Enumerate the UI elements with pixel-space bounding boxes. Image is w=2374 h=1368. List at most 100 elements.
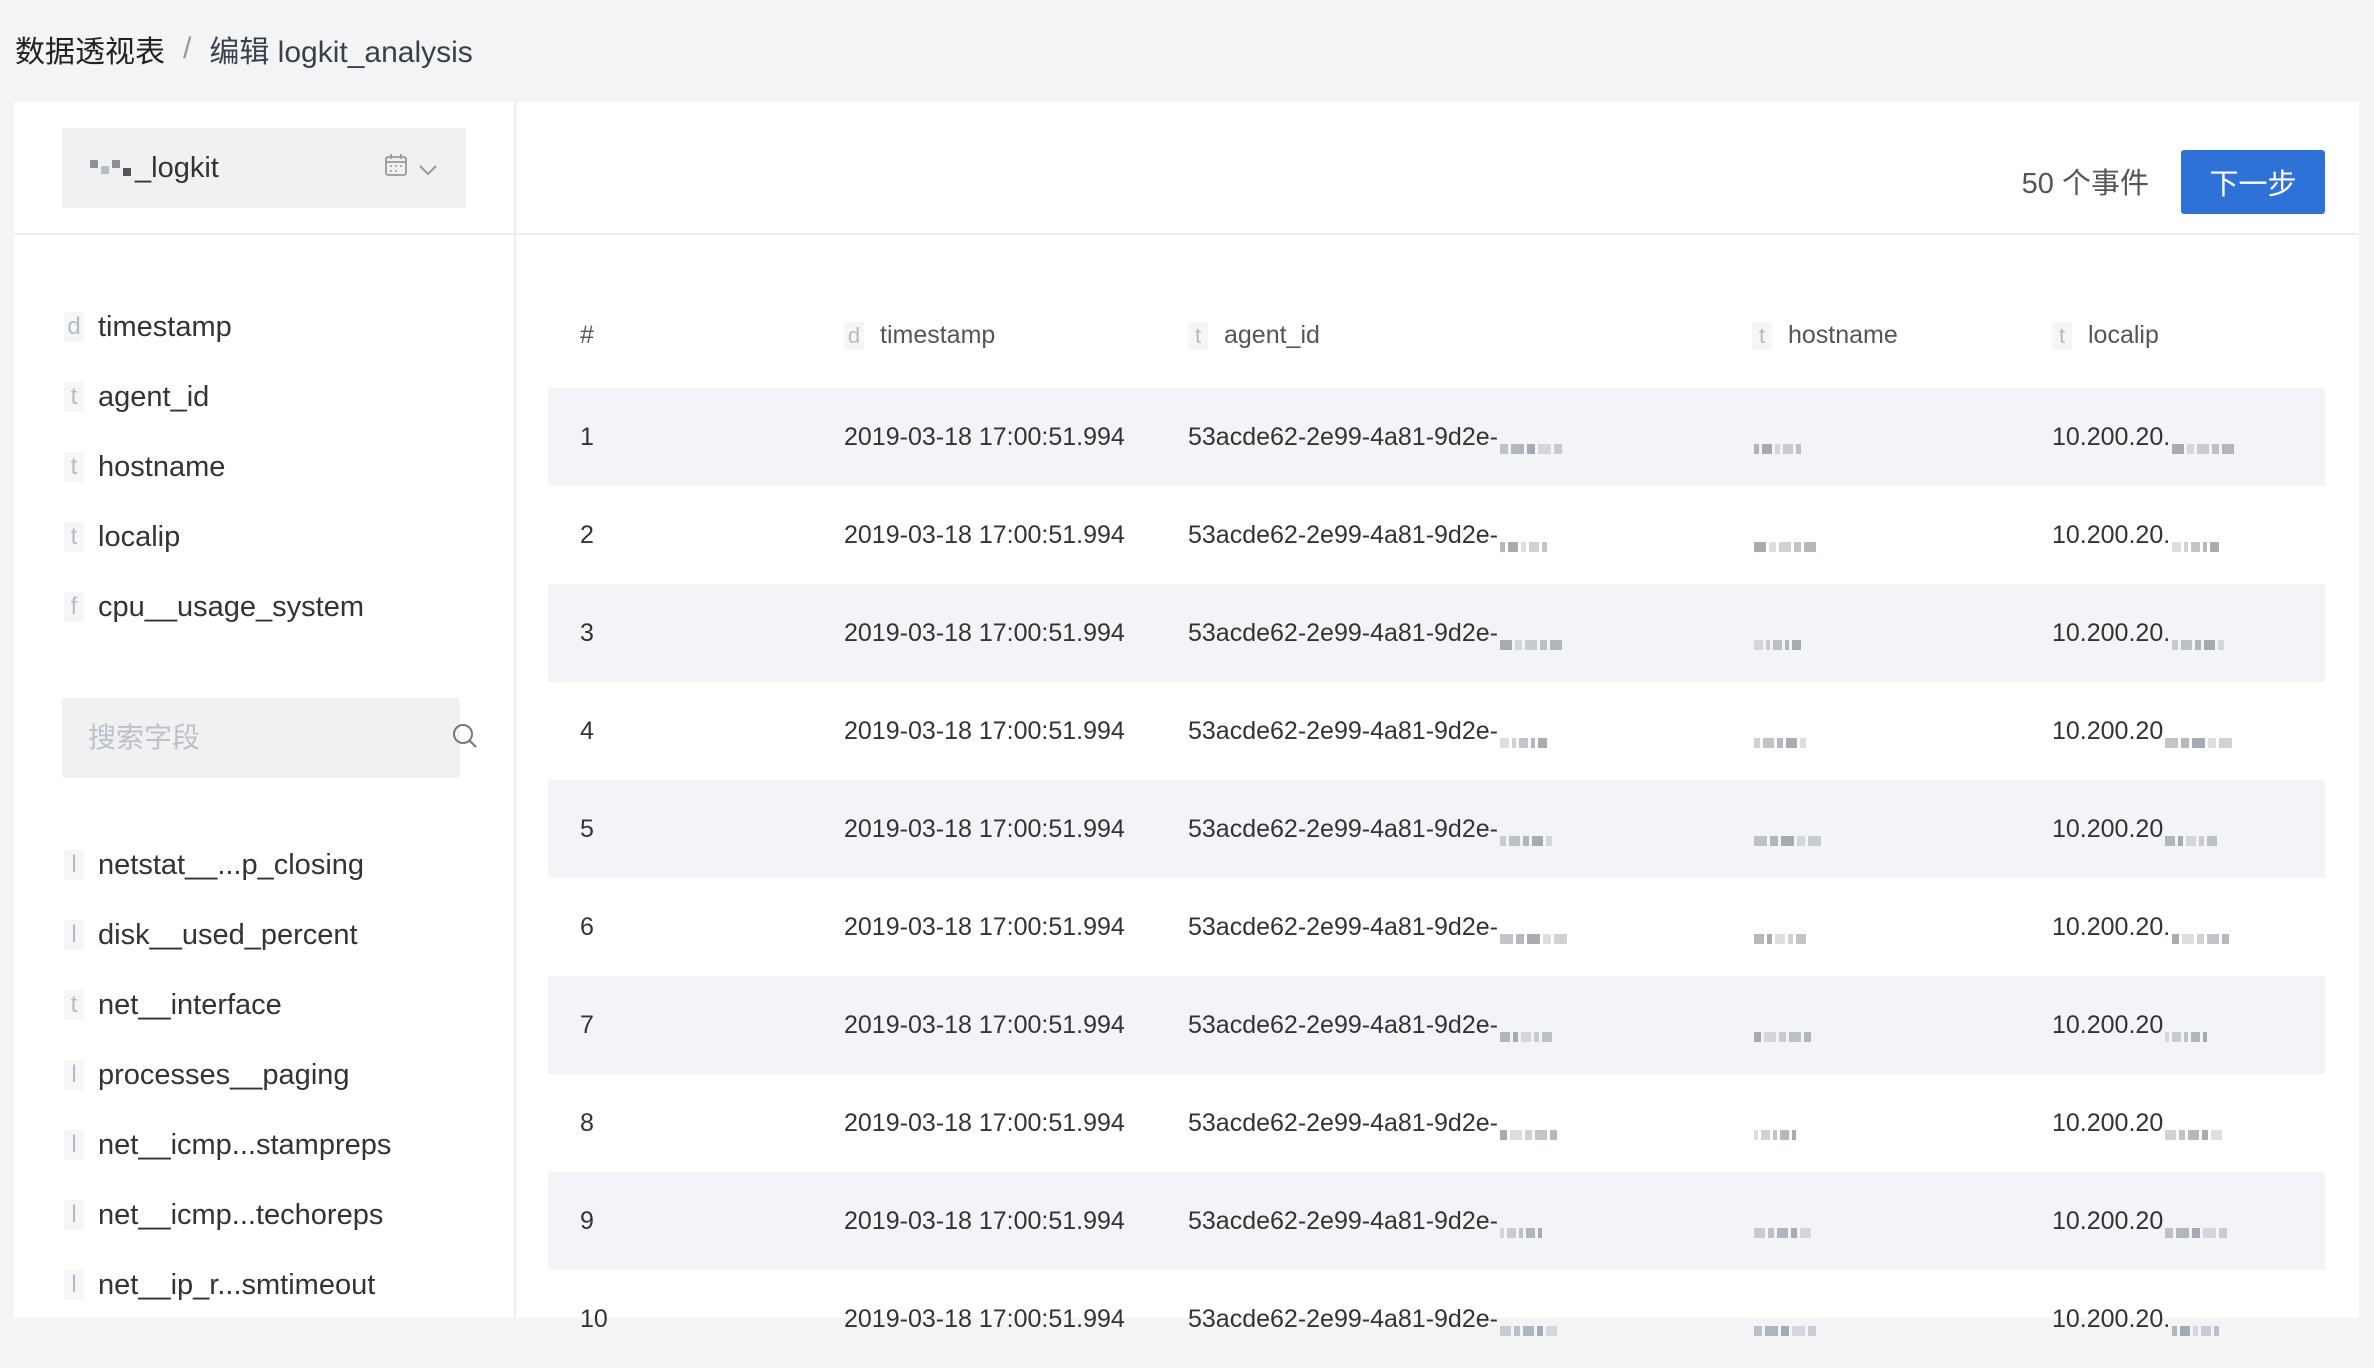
table-row[interactable]: 1 2019-03-18 17:00:51.994 53acde62-2e99-4a… [548, 388, 2325, 486]
table-cell-idx: 6 [548, 913, 844, 942]
table-cell-idx: 4 [548, 717, 844, 746]
breadcrumb-separator: / [183, 32, 192, 65]
breadcrumb-root[interactable]: 数据透视表 [15, 27, 165, 71]
table-cell-idx: 8 [548, 1109, 844, 1138]
cell-text: 8 [580, 1108, 594, 1137]
table-cell-idx: 5 [548, 815, 844, 844]
field-type-badge: l [64, 920, 84, 950]
field-item[interactable]: l net__icmp...stampreps [64, 1110, 391, 1180]
cell-text: 2019-03-18 17:00:51.994 [844, 520, 1125, 549]
table-cell-hostname [1752, 1011, 2052, 1042]
next-step-button[interactable]: 下一步 [2181, 150, 2325, 214]
table-cell-agent-id: 53acde62-2e99-4a81-9d2e- [1188, 423, 1752, 454]
cell-text: 10.200.20 [2052, 1206, 2164, 1235]
field-item[interactable]: t localip [64, 502, 364, 572]
table-row[interactable]: 4 2019-03-18 17:00:51.994 53acde62-2e99-4a… [548, 682, 2325, 780]
field-item[interactable]: l netstat__...p_closing [64, 830, 391, 900]
table-body: 1 2019-03-18 17:00:51.994 53acde62-2e99-4a… [548, 388, 2325, 1368]
redacted-mask [2165, 824, 2220, 846]
table-cell-agent-id: 53acde62-2e99-4a81-9d2e- [1188, 912, 1752, 944]
field-name: localip [98, 520, 181, 553]
table-cell-agent-id: 53acde62-2e99-4a81-9d2e- [1188, 1305, 1752, 1336]
redacted-mask [2172, 628, 2227, 650]
redacted-mask [1754, 1118, 1799, 1140]
event-count: 50 个事件 [2021, 168, 2149, 200]
cell-text: 6 [580, 912, 594, 941]
table-cell-localip: 10.200.20 [2052, 1109, 2325, 1140]
field-item[interactable]: l processes__paging [64, 1040, 391, 1110]
cell-text: 53acde62-2e99-4a81-9d2e- [1188, 912, 1498, 941]
table-cell-agent-id: 53acde62-2e99-4a81-9d2e- [1188, 618, 1752, 650]
cell-text: 53acde62-2e99-4a81-9d2e- [1188, 618, 1498, 647]
chevron-down-icon[interactable] [418, 152, 438, 185]
redacted-mask [1754, 1216, 1814, 1238]
redacted-mask [1499, 1314, 1560, 1336]
table-row[interactable]: 3 2019-03-18 17:00:51.994 53acde62-2e99-4a… [548, 584, 2325, 682]
available-field-list: l netstat__...p_closing l disk__used_percen… [64, 830, 391, 1320]
table-row[interactable]: 9 2019-03-18 17:00:51.994 53acde62-2e99-4a… [548, 1172, 2325, 1270]
redacted-mask [2165, 1118, 2225, 1140]
field-type-badge: l [64, 1130, 84, 1160]
field-item[interactable]: l disk__used_percent [64, 900, 391, 970]
redacted-mask [2172, 922, 2232, 944]
cell-text: 53acde62-2e99-4a81-9d2e- [1188, 716, 1498, 745]
field-search-box[interactable] [62, 698, 477, 778]
table-cell-idx: 9 [548, 1207, 844, 1236]
field-type-badge: l [64, 850, 84, 880]
table-cell-idx: 7 [548, 1011, 844, 1040]
field-item[interactable]: f cpu__usage_system [64, 572, 364, 642]
field-item[interactable]: d timestamp [64, 292, 364, 362]
redacted-mask [2172, 530, 2222, 552]
table-cell-timestamp: 2019-03-18 17:00:51.994 [844, 1207, 1188, 1236]
table-row[interactable]: 10 2019-03-18 17:00:51.994 53acde62-2e99-4… [548, 1270, 2325, 1368]
column-label: agent_id [1224, 320, 1320, 349]
column-header[interactable]: t agent_id [1188, 321, 1752, 350]
cell-text: 10.200.20. [2052, 1304, 2171, 1333]
column-header[interactable]: # [548, 321, 844, 350]
cell-text: 2019-03-18 17:00:51.994 [844, 618, 1125, 647]
table-row[interactable]: 7 2019-03-18 17:00:51.994 53acde62-2e99-4a… [548, 976, 2325, 1074]
field-item[interactable]: t hostname [64, 432, 364, 502]
table-cell-idx: 1 [548, 423, 844, 452]
column-header[interactable]: t localip [2052, 321, 2325, 350]
table-row[interactable]: 2 2019-03-18 17:00:51.994 53acde62-2e99-4a… [548, 486, 2325, 584]
field-type-badge: f [64, 592, 84, 622]
cell-text: 10.200.20 [2052, 1010, 2164, 1039]
table-cell-localip: 10.200.20 [2052, 1010, 2325, 1042]
table-cell-hostname [1752, 521, 2052, 552]
field-search-input[interactable] [86, 721, 451, 755]
preview-area: 50 个事件 下一步 # d timestamp t agent_id t hostname… [516, 102, 2359, 1336]
field-item[interactable]: t agent_id [64, 362, 364, 432]
table-cell-idx: 10 [548, 1305, 844, 1334]
table-cell-agent-id: 53acde62-2e99-4a81-9d2e- [1188, 1109, 1752, 1140]
cell-text: 10 [580, 1304, 608, 1333]
field-type-badge: t [64, 452, 84, 482]
cell-text: 10.200.20. [2052, 520, 2171, 549]
field-item[interactable]: t net__interface [64, 970, 391, 1040]
table-row[interactable]: 5 2019-03-18 17:00:51.994 53acde62-2e99-4a… [548, 780, 2325, 878]
field-item[interactable]: l net__icmp...techoreps [64, 1180, 391, 1250]
redacted-mask [1754, 922, 1809, 944]
table-cell-timestamp: 2019-03-18 17:00:51.994 [844, 913, 1188, 942]
column-header[interactable]: t hostname [1752, 321, 2052, 350]
column-label: hostname [1788, 320, 1898, 349]
column-label: localip [2088, 320, 2159, 349]
redacted-mask [1499, 824, 1555, 846]
redacted-mask [1499, 1118, 1560, 1140]
cell-text: 53acde62-2e99-4a81-9d2e- [1188, 1010, 1498, 1039]
table-row[interactable]: 8 2019-03-18 17:00:51.994 53acde62-2e99-4a… [548, 1074, 2325, 1172]
calendar-icon[interactable] [384, 152, 408, 185]
cell-text: 4 [580, 716, 594, 745]
table-cell-localip: 10.200.20. [2052, 1304, 2325, 1336]
redacted-mask [1499, 726, 1550, 748]
table-row[interactable]: 6 2019-03-18 17:00:51.994 53acde62-2e99-4a… [548, 878, 2325, 976]
field-item[interactable]: l net__ip_r...smtimeout [64, 1250, 391, 1320]
column-header[interactable]: d timestamp [844, 321, 1188, 350]
repo-select[interactable]: _logkit [62, 128, 466, 208]
search-icon[interactable] [451, 722, 479, 755]
table-cell-agent-id: 53acde62-2e99-4a81-9d2e- [1188, 521, 1752, 552]
table-cell-timestamp: 2019-03-18 17:00:51.994 [844, 815, 1188, 844]
table-cell-timestamp: 2019-03-18 17:00:51.994 [844, 1305, 1188, 1334]
table-cell-hostname [1752, 815, 2052, 846]
column-type-badge: t [1188, 321, 1208, 350]
